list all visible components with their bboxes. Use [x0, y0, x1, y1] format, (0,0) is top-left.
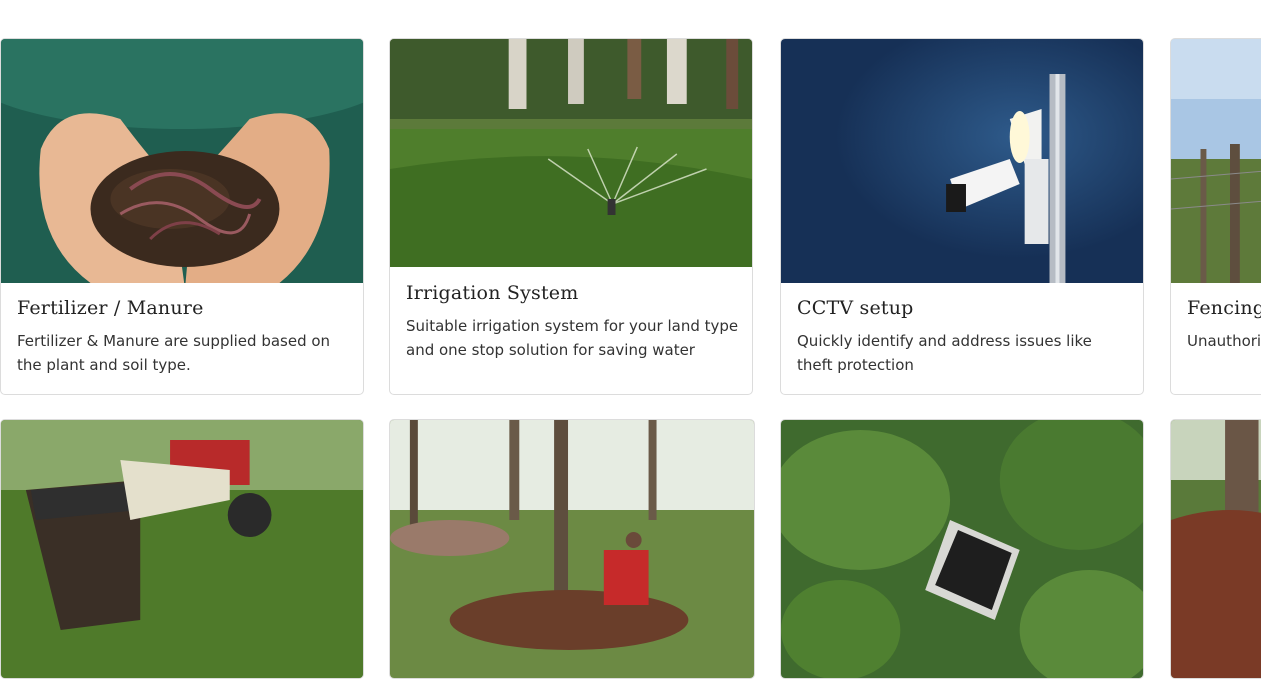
- service-card-fertilizer[interactable]: Fertilizer / Manure Fertilizer & Manure …: [0, 38, 364, 395]
- image-card-tractor[interactable]: [0, 419, 364, 679]
- card-description: Suitable irrigation system for your land…: [406, 317, 739, 359]
- card-description: Quickly identify and address issues like…: [797, 332, 1092, 374]
- irrigation-image: [390, 39, 752, 267]
- service-card-fencing[interactable]: Fencing Unauthori... the risk of: [1170, 38, 1261, 395]
- card-title: Fencing: [1187, 297, 1261, 319]
- card-description: Unauthori... the risk of: [1187, 332, 1261, 350]
- card-title: Fertilizer / Manure: [17, 297, 204, 319]
- image-card-tiller[interactable]: [389, 419, 755, 679]
- card-title: Irrigation System: [406, 282, 579, 304]
- card-title: CCTV setup: [797, 297, 914, 319]
- cctv-image: [781, 39, 1143, 283]
- image-card-soil[interactable]: [1170, 419, 1261, 679]
- service-card-irrigation[interactable]: Irrigation System Suitable irrigation sy…: [389, 38, 753, 395]
- tractor-image: [1, 420, 363, 678]
- fencing-image: [1171, 39, 1261, 283]
- tank-image: [781, 420, 1143, 678]
- image-card-tank[interactable]: [780, 419, 1144, 679]
- card-description: Fertilizer & Manure are supplied based o…: [17, 332, 331, 374]
- service-card-cctv[interactable]: CCTV setup Quickly identify and address …: [780, 38, 1144, 395]
- tiller-image: [390, 420, 754, 678]
- soil-image: [1171, 420, 1261, 678]
- fertilizer-image: [1, 39, 363, 283]
